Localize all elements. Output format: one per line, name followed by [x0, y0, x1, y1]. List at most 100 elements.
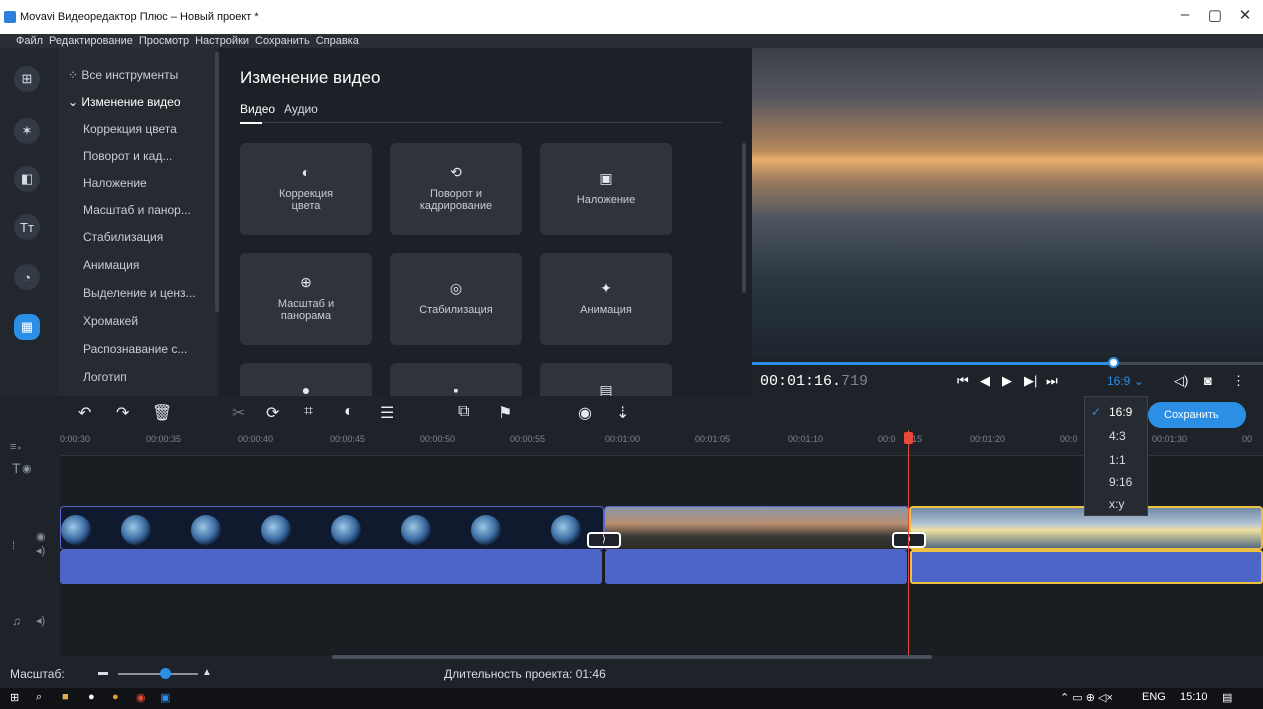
close-button[interactable]: ✕: [1230, 6, 1260, 24]
tile-chroma-key[interactable]: ▪: [390, 363, 522, 397]
timeline-scrollbar[interactable]: [332, 655, 932, 659]
titles-icon[interactable]: Tт: [14, 214, 40, 240]
option-16-9[interactable]: 16:9: [1109, 405, 1132, 419]
color-icon[interactable]: ◐: [344, 403, 354, 421]
playback-progress[interactable]: [752, 362, 1112, 365]
menu-view[interactable]: Просмотр: [139, 35, 189, 47]
earth-video-clip[interactable]: [60, 506, 604, 550]
recorder-icon[interactable]: ◉: [136, 691, 146, 704]
nav-item-rotate-crop[interactable]: Поворот и кад...: [83, 149, 172, 163]
webcam-icon[interactable]: ◉: [578, 403, 592, 423]
save-button[interactable]: Сохранить: [1148, 402, 1246, 428]
nav-scrollbar[interactable]: [215, 52, 219, 312]
playback-remaining[interactable]: [1112, 362, 1263, 365]
zoom-out-icon[interactable]: ▬: [98, 667, 108, 678]
menu-help[interactable]: Справка: [316, 35, 359, 47]
next-frame-icon[interactable]: ▶|: [1024, 373, 1037, 389]
tile-logo[interactable]: ▤: [540, 363, 672, 397]
mic-icon[interactable]: ⇣: [616, 403, 629, 423]
current-category[interactable]: ⌄ Изменение видео: [68, 95, 181, 109]
video-track-visibility-icon[interactable]: ◉: [36, 530, 46, 543]
search-icon[interactable]: ⌕: [36, 691, 42, 704]
panel-scrollbar[interactable]: [742, 143, 746, 293]
start-icon[interactable]: ⊞: [10, 691, 19, 704]
title-track-visibility-icon[interactable]: ◉: [22, 462, 32, 475]
menu-save[interactable]: Сохранить: [255, 35, 310, 47]
option-4-3[interactable]: 4:3: [1109, 429, 1126, 443]
music-track-audio-icon[interactable]: ◂): [36, 614, 45, 627]
playhead-handle[interactable]: [904, 432, 913, 444]
nav-item-chroma-key[interactable]: Хромакей: [83, 314, 138, 328]
all-tools-link[interactable]: ⁘ Все инструменты: [68, 68, 178, 82]
stickers-icon[interactable]: ◔: [14, 264, 40, 290]
nav-item-recognition[interactable]: Распознавание с...: [83, 342, 187, 356]
audio-clip[interactable]: [60, 550, 602, 584]
clock[interactable]: 15:10: [1180, 691, 1208, 703]
browser-icon[interactable]: ●: [88, 691, 95, 703]
playback-knob[interactable]: [1108, 357, 1119, 368]
nav-item-logo[interactable]: Логотип: [83, 370, 127, 384]
skip-start-icon[interactable]: ⏮: [957, 373, 969, 389]
play-icon[interactable]: ▶: [1002, 373, 1012, 389]
menu-file[interactable]: Файл: [16, 35, 43, 47]
snapshot-icon[interactable]: ◙: [1204, 373, 1212, 388]
nav-item-overlay[interactable]: Наложение: [83, 176, 147, 190]
transitions-icon[interactable]: ◧: [14, 166, 40, 192]
zoom-knob[interactable]: [160, 668, 171, 679]
zoom-slider[interactable]: [118, 673, 198, 675]
tile-stabilization[interactable]: ◎ Стабилизация: [390, 253, 522, 345]
tile-zoom-pan[interactable]: ⊕ Масштаб и панорама: [240, 253, 372, 345]
cut-icon[interactable]: ✂: [232, 403, 245, 423]
option-1-1[interactable]: 1:1: [1109, 453, 1126, 467]
video-track-audio-icon[interactable]: ◂): [36, 544, 45, 557]
maximize-button[interactable]: ▢: [1200, 6, 1230, 24]
nav-item-animation[interactable]: Анимация: [83, 258, 139, 272]
input-language[interactable]: ENG: [1142, 691, 1166, 703]
nav-item-stabilization[interactable]: Стабилизация: [83, 230, 163, 244]
import-icon[interactable]: ⊞: [14, 66, 40, 92]
more-icon[interactable]: ⋮: [1232, 373, 1245, 389]
tile-highlight-censor[interactable]: ●: [240, 363, 372, 397]
notifications-icon[interactable]: ▤: [1222, 691, 1232, 704]
audio-clip[interactable]: [605, 550, 907, 584]
tile-color-correction[interactable]: ◐ Коррекция цвета: [240, 143, 372, 235]
redo-icon[interactable]: ↷: [116, 403, 129, 423]
marker-icon[interactable]: ⚑: [498, 403, 512, 423]
rotate-icon[interactable]: ⟳: [266, 403, 279, 423]
chrome-icon[interactable]: ●: [112, 691, 119, 703]
zoom-in-icon[interactable]: ▲: [202, 667, 212, 678]
menu-edit[interactable]: Редактирование: [49, 35, 133, 47]
nav-item-highlight-censor[interactable]: Выделение и ценз...: [83, 286, 196, 300]
tile-rotate-crop[interactable]: ⟲ Поворот и кадрирование: [390, 143, 522, 235]
tab-audio[interactable]: Аудио: [284, 102, 318, 116]
option-x-y[interactable]: x:y: [1109, 497, 1124, 511]
filters-icon[interactable]: ✶: [14, 118, 40, 144]
nav-item-color-correction[interactable]: Коррекция цвета: [83, 122, 177, 136]
undo-icon[interactable]: ↶: [78, 403, 91, 423]
tray-icons[interactable]: ⌃ ▭ ⊕ ◁×: [1060, 691, 1113, 704]
transition-icon[interactable]: ⟩: [587, 532, 621, 548]
sunset-video-clip[interactable]: [604, 506, 909, 550]
volume-icon[interactable]: ◁): [1174, 373, 1188, 389]
more-tools-icon[interactable]: ▦: [14, 314, 40, 340]
timeline-ruler[interactable]: 0:00:30 00:00:35 00:00:40 00:00:45 00:00…: [60, 430, 1263, 456]
skip-end-icon[interactable]: ⏭: [1046, 373, 1058, 389]
adjust-icon[interactable]: ☰: [380, 403, 394, 423]
prev-frame-icon[interactable]: ◀: [980, 373, 990, 389]
nav-item-zoom-pan[interactable]: Масштаб и панор...: [83, 203, 191, 217]
minimize-button[interactable]: –: [1170, 6, 1200, 23]
delete-icon[interactable]: 🗑︎: [152, 403, 172, 423]
add-track-icon[interactable]: ≡₊: [10, 440, 22, 453]
tile-animation[interactable]: ✦ Анимация: [540, 253, 672, 345]
audio-clip-selected[interactable]: [910, 550, 1263, 584]
tab-video[interactable]: Видео: [240, 102, 275, 116]
option-9-16[interactable]: 9:16: [1109, 475, 1132, 489]
movavi-taskbar-icon[interactable]: ▣: [160, 691, 170, 704]
tile-overlay[interactable]: ▣ Наложение: [540, 143, 672, 235]
pip-icon[interactable]: ⧉: [458, 403, 469, 421]
transition-icon[interactable]: ⟩: [892, 532, 926, 548]
crop-icon[interactable]: ⌗: [304, 403, 313, 421]
menu-settings[interactable]: Настройки: [195, 35, 249, 47]
explorer-icon[interactable]: ■: [62, 691, 69, 703]
aspect-ratio-select[interactable]: 16:9 ⌄: [1107, 374, 1144, 388]
